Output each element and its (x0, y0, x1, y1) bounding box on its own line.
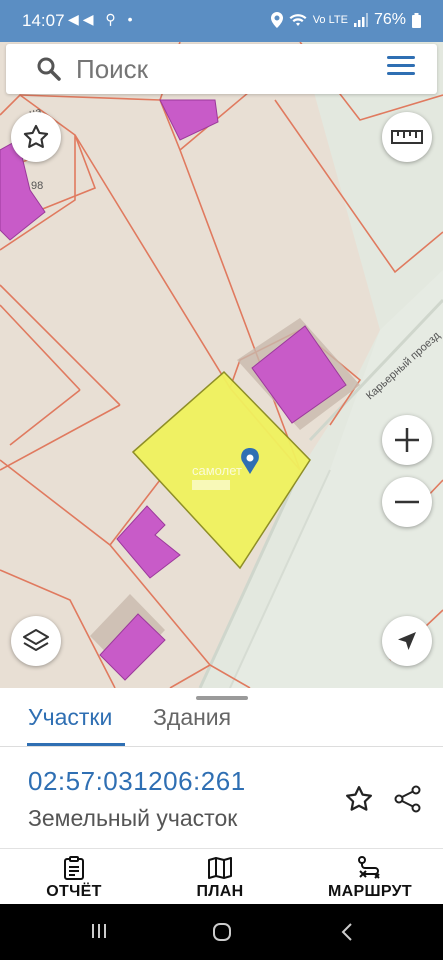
ruler-icon (391, 130, 423, 144)
map-canvas[interactable]: самолет 98 Карьерный проезд ца (0, 42, 443, 688)
cadastral-map[interactable]: самолет 98 Карьерный проезд ца (0, 42, 443, 688)
my-location-button[interactable] (382, 616, 432, 666)
status-right: Vo LTE 76% (270, 11, 421, 29)
location-icon (270, 12, 283, 28)
parcel-info-sheet[interactable]: Участки Здания 02:57:031206:261 Земельны… (0, 688, 443, 848)
favorites-button[interactable] (11, 112, 61, 162)
add-favorite-button[interactable] (344, 784, 374, 814)
nav-report-label: ОТЧЁТ (46, 882, 102, 900)
house-number-label: 98 (31, 180, 43, 192)
share-icon (394, 785, 421, 813)
signal-icon (353, 13, 368, 27)
network-type: Vo LTE (312, 14, 348, 26)
battery-percent: 76% (373, 11, 406, 28)
route-icon (358, 855, 380, 879)
search-icon (37, 57, 61, 81)
tab-parcels[interactable]: Участки (28, 704, 112, 731)
nav-route-label: МАРШРУТ (328, 882, 412, 900)
status-time: 14:07 (22, 11, 65, 30)
notification-icons: ◀◀ ⚲ • (68, 11, 137, 27)
wifi-icon (289, 14, 307, 26)
layers-icon (23, 629, 49, 651)
nav-report[interactable]: ОТЧЁТ (24, 849, 124, 905)
status-bar: 14:07 ◀◀ ⚲ • Vo LTE 76% (0, 0, 443, 42)
star-outline-icon (23, 124, 49, 148)
home-icon[interactable] (212, 922, 232, 942)
share-button[interactable] (393, 784, 423, 814)
nav-route[interactable]: МАРШРУТ (310, 849, 430, 905)
search-bar[interactable] (6, 44, 437, 94)
search-input[interactable] (76, 54, 366, 85)
map-icon (208, 856, 232, 879)
navigation-arrow-icon (398, 632, 416, 650)
ruler-button[interactable] (382, 112, 432, 162)
tab-buildings[interactable]: Здания (153, 704, 231, 731)
system-navigation-bar (0, 904, 443, 960)
zoom-in-button[interactable] (382, 415, 432, 465)
star-outline-icon (346, 786, 372, 811)
clipboard-icon (64, 855, 84, 880)
sheet-drag-handle[interactable] (196, 696, 248, 700)
zoom-out-button[interactable] (382, 477, 432, 527)
plus-icon (395, 428, 419, 452)
nav-plan-label: ПЛАН (196, 882, 244, 900)
back-icon[interactable] (340, 922, 354, 942)
battery-icon (412, 12, 421, 28)
tab-divider (0, 746, 443, 747)
recent-apps-icon[interactable] (90, 922, 108, 940)
nav-plan[interactable]: ПЛАН (170, 849, 270, 905)
layers-button[interactable] (11, 616, 61, 666)
cadastral-number[interactable]: 02:57:031206:261 (28, 766, 246, 797)
bottom-navigation: ОТЧЁТ ПЛАН МАРШРУТ (0, 848, 443, 904)
map-watermark: самолет (192, 463, 242, 478)
minus-icon (395, 500, 419, 504)
parcel-type-label: Земельный участок (28, 805, 238, 831)
menu-icon[interactable] (387, 56, 415, 80)
